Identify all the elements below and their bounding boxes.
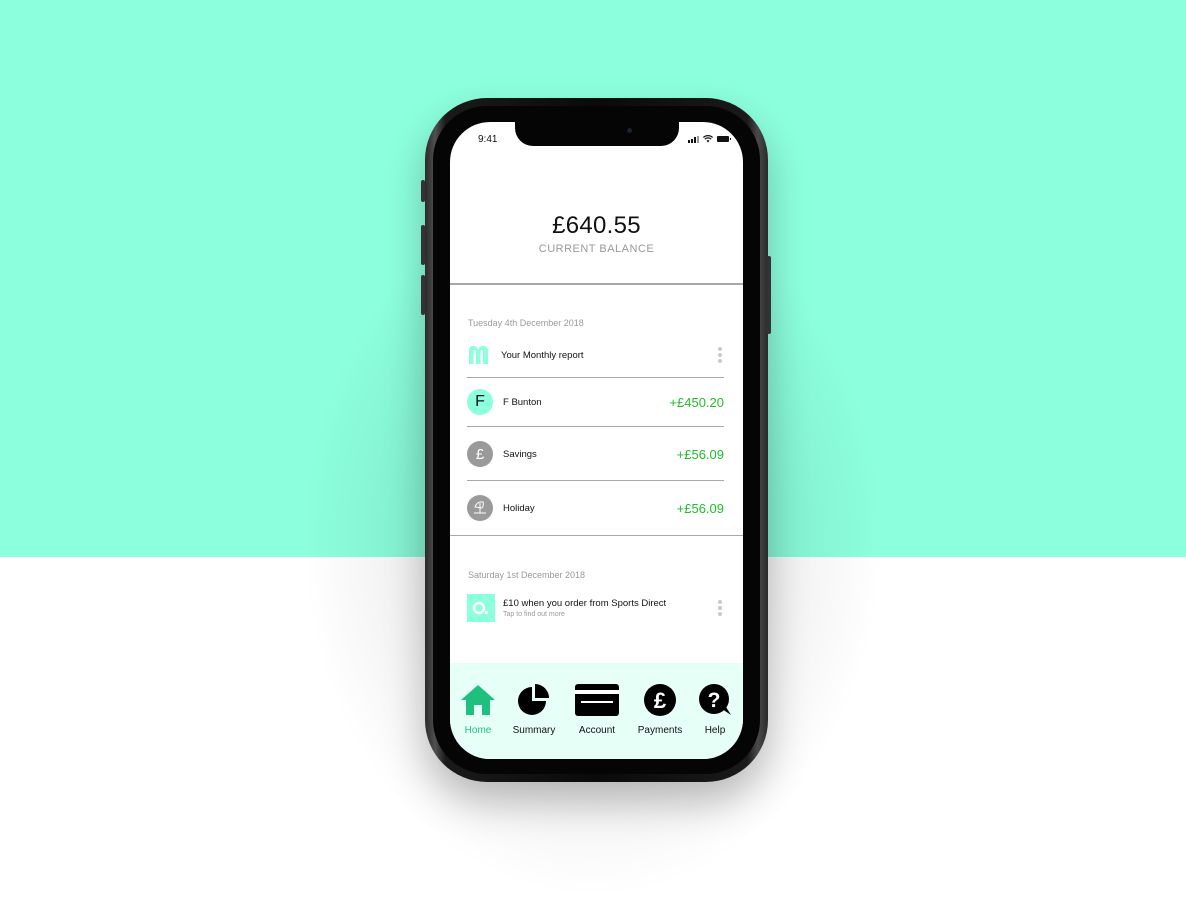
list-item-savings[interactable]: £ Savings +£56.09	[467, 434, 724, 474]
divider	[467, 377, 724, 378]
phone-screen: 9:41 £640.55 CURRENT BALANCE Tuesday 4th…	[450, 122, 743, 759]
balance-header: £640.55 CURRENT BALANCE	[450, 212, 743, 255]
front-camera	[627, 128, 632, 133]
mute-switch	[421, 180, 425, 202]
tab-label: Payments	[637, 725, 683, 736]
battery-icon	[717, 136, 731, 142]
avatar-f: F	[467, 389, 493, 415]
monzo-m-logo-icon	[469, 346, 488, 364]
pie-chart-icon	[518, 684, 549, 715]
list-item-label: Savings	[503, 448, 537, 460]
svg-text:?: ?	[708, 689, 721, 712]
status-time: 9:41	[478, 134, 498, 145]
list-item-holiday[interactable]: Holiday +£56.09	[467, 488, 724, 528]
svg-text:£: £	[654, 688, 667, 713]
tab-home[interactable]: Home	[450, 683, 506, 736]
status-icons	[688, 135, 731, 143]
notch	[515, 122, 679, 146]
offer-logo-icon	[467, 594, 495, 622]
list-item-transaction[interactable]: F F Bunton +£450.20	[467, 382, 724, 422]
transaction-amount: +£450.20	[669, 394, 724, 410]
power-button	[767, 256, 771, 334]
section-divider	[450, 535, 743, 536]
tab-help[interactable]: ? Help	[687, 683, 743, 736]
wifi-icon	[703, 135, 713, 143]
pound-icon: £	[467, 441, 493, 467]
tab-payments[interactable]: £ Payments	[632, 683, 688, 736]
section-date: Saturday 1st December 2018	[468, 570, 586, 580]
offer-title: £10 when you order from Sports Direct	[503, 598, 667, 609]
home-icon	[461, 685, 495, 715]
divider	[467, 426, 724, 427]
tab-summary[interactable]: Summary	[506, 683, 562, 736]
list-item-label: Holiday	[503, 502, 535, 514]
tab-bar: Home Summary Account £ Payments ? Help	[450, 663, 743, 759]
more-options-icon[interactable]	[718, 600, 722, 616]
offer-text: £10 when you order from Sports Direct Ta…	[503, 598, 718, 618]
section-date: Tuesday 4th December 2018	[468, 318, 584, 328]
offer-subtitle: Tap to find out more	[503, 611, 565, 618]
pound-coin-icon: £	[644, 684, 676, 716]
balance-amount: £640.55	[552, 212, 641, 239]
list-item-monthly-report[interactable]: Your Monthly report	[467, 335, 724, 375]
tab-label: Help	[704, 725, 726, 736]
tab-label: Account	[578, 725, 616, 736]
divider	[467, 480, 724, 481]
tab-account[interactable]: Account	[569, 683, 625, 736]
signal-icon	[688, 135, 699, 143]
transaction-amount: +£56.09	[676, 500, 724, 516]
balance-label: CURRENT BALANCE	[538, 243, 655, 255]
list-item-label: F Bunton	[503, 396, 542, 408]
transaction-amount: +£56.09	[676, 446, 724, 462]
card-icon	[575, 684, 619, 716]
tab-label: Home	[464, 725, 492, 736]
header-divider	[450, 283, 743, 285]
list-item-offer[interactable]: £10 when you order from Sports Direct Ta…	[467, 588, 724, 628]
list-item-label: Your Monthly report	[501, 349, 584, 361]
tab-label: Summary	[512, 725, 556, 736]
volume-down-button	[421, 275, 425, 315]
umbrella-beach-icon	[467, 495, 493, 521]
more-options-icon[interactable]	[718, 347, 722, 363]
volume-up-button	[421, 225, 425, 265]
help-icon: ?	[699, 684, 731, 715]
